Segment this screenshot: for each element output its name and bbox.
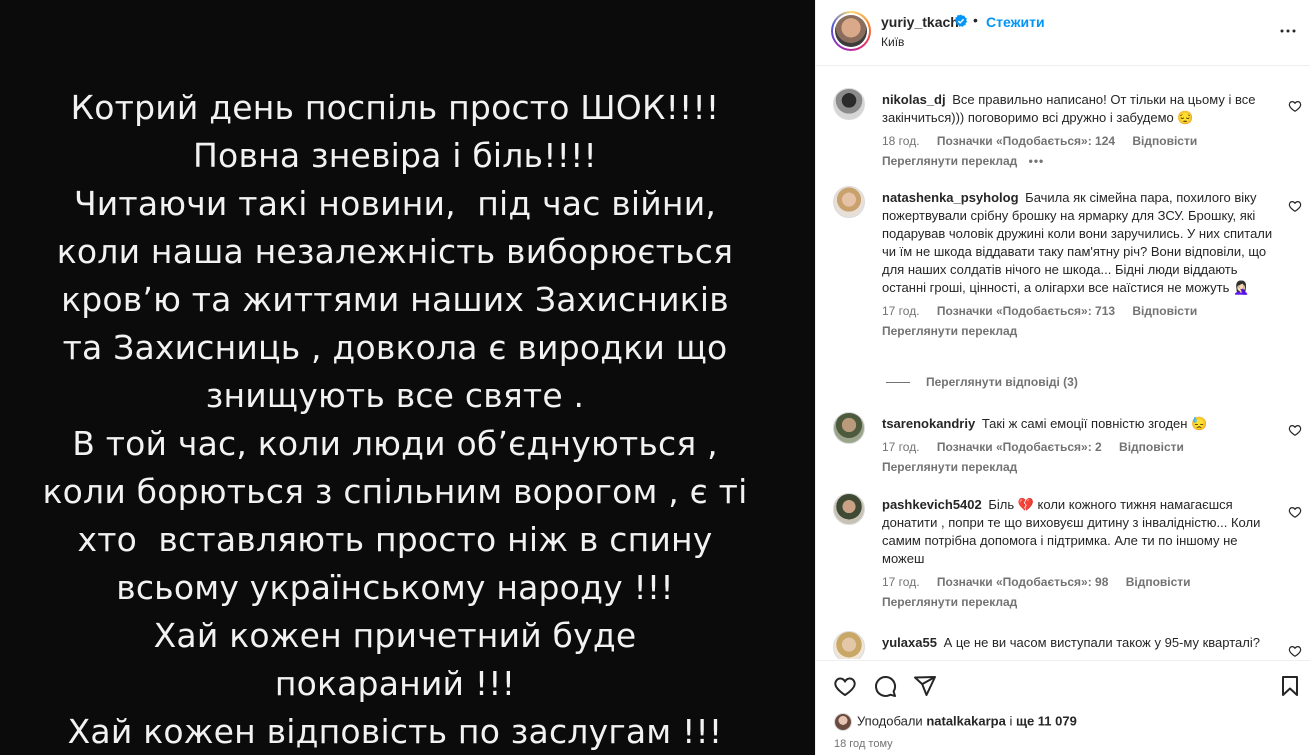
comment-text: Бачила як сімейна пара, похилого віку по…	[882, 190, 1273, 295]
view-replies-button[interactable]: Переглянути відповіді (3)	[886, 375, 1078, 389]
commenter-avatar[interactable]	[833, 186, 865, 218]
comment-bubble-icon[interactable]	[873, 674, 897, 698]
share-paper-plane-icon[interactable]	[913, 674, 937, 698]
more-horizontal-icon[interactable]	[1279, 22, 1297, 40]
comment-username[interactable]: nikolas_dj	[882, 92, 946, 107]
comment-time[interactable]: 17 год.	[882, 575, 920, 589]
liked-by-prefix: Уподобали	[857, 713, 923, 729]
comment-username[interactable]: yulaxa55	[882, 635, 937, 650]
comments-list[interactable]: nikolas_dj Все правильно написано! От ті…	[816, 67, 1310, 659]
comment-like-heart-icon[interactable]	[1288, 99, 1302, 113]
see-translation-button[interactable]: Переглянути переклад	[882, 154, 1017, 168]
header-separator: •	[973, 12, 978, 28]
comment-likes-count[interactable]: Позначки «Подобається»: 2	[937, 440, 1102, 454]
post-timestamp[interactable]: 18 год тому	[834, 738, 893, 750]
post-actions: Уподобали natalkakarpa і ще 11 079 18 го…	[816, 660, 1310, 755]
save-bookmark-icon[interactable]	[1278, 674, 1302, 698]
author-avatar[interactable]	[831, 11, 871, 51]
post-media[interactable]: Котрий день поспіль просто ШОК!!!! Повна…	[0, 0, 815, 755]
follow-button[interactable]: Стежити	[986, 14, 1045, 30]
commenter-avatar[interactable]	[833, 88, 865, 120]
comment-meta: 17 год. Позначки «Подобається»: 713 Відп…	[882, 303, 1277, 319]
verified-badge-icon	[954, 14, 968, 27]
likes-count[interactable]: ще 11 079	[1016, 713, 1077, 728]
liker-avatar[interactable]	[834, 713, 852, 731]
media-line: кров’ю та життями наших Захисників	[61, 280, 729, 319]
comment-meta: 17 год. Позначки «Подобається»: 2 Відпов…	[882, 439, 1277, 455]
comment-like-heart-icon[interactable]	[1288, 423, 1302, 437]
media-line: Хай кожен причетний буде	[153, 616, 637, 655]
liked-by: Уподобали natalkakarpa і ще 11 079	[834, 713, 1077, 731]
post-sidebar: yuriy_tkach • Стежити Київ nikolas_dj Вс…	[815, 0, 1310, 755]
comment-like-heart-icon[interactable]	[1288, 505, 1302, 519]
media-line: покараний !!!	[274, 664, 516, 703]
comment-text: А це не ви часом виступали також у 95-му…	[943, 635, 1260, 650]
post-header: yuriy_tkach • Стежити Київ	[816, 0, 1310, 66]
media-line: хто вставляють просто ніж в спину	[77, 520, 713, 559]
comment-time[interactable]: 17 год.	[882, 440, 920, 454]
comment-username[interactable]: natashenka_psyholog	[882, 190, 1019, 205]
comment-likes-count[interactable]: Позначки «Подобається»: 98	[937, 575, 1108, 589]
media-line: В той час, коли люди об’єднуються ,	[72, 424, 718, 463]
see-translation-button[interactable]: Переглянути переклад	[882, 324, 1017, 338]
reply-button[interactable]: Відповісти	[1132, 304, 1197, 318]
comment-text: Такі ж самі емоції повністю згоден 😓	[981, 416, 1208, 431]
author-username[interactable]: yuriy_tkach	[881, 14, 959, 30]
commenter-avatar[interactable]	[833, 631, 865, 659]
media-line: та Захисниць , довкола є виродки що	[62, 328, 728, 367]
comment-time[interactable]: 18 год.	[882, 134, 920, 148]
commenter-avatar[interactable]	[833, 493, 865, 525]
reply-button[interactable]: Відповісти	[1119, 440, 1184, 454]
like-heart-icon[interactable]	[833, 674, 857, 698]
comment-meta: 18 год. Позначки «Подобається»: 124 Відп…	[882, 133, 1277, 149]
media-line: коли наша незалежність виборюється	[56, 232, 734, 271]
media-line: Хай кожен відповість по заслугам !!!	[67, 712, 723, 751]
replies-divider	[886, 382, 910, 384]
media-line: знищують все святе .	[205, 376, 585, 415]
commenter-avatar[interactable]	[833, 412, 865, 444]
reply-button[interactable]: Відповісти	[1132, 134, 1197, 148]
liked-by-and: і	[1009, 713, 1013, 729]
media-line: Котрий день поспіль просто ШОК!!!!	[70, 88, 720, 127]
comment-username[interactable]: tsarenokandriy	[882, 416, 975, 431]
comment-like-heart-icon[interactable]	[1288, 199, 1302, 213]
view-replies-label: Переглянути відповіді (3)	[926, 375, 1078, 389]
post-image-text: Котрий день поспіль просто ШОК!!!! Повна…	[0, 84, 790, 755]
comment-likes-count[interactable]: Позначки «Подобається»: 713	[937, 304, 1115, 318]
liked-by-user[interactable]: natalkakarpa	[926, 713, 1006, 728]
see-translation-button[interactable]: Переглянути переклад	[882, 595, 1017, 609]
media-line: коли борються з спільним ворогом , є ті	[42, 472, 748, 511]
post-location[interactable]: Київ	[881, 35, 904, 49]
comment-likes-count[interactable]: Позначки «Подобається»: 124	[937, 134, 1115, 148]
comment-time[interactable]: 17 год.	[882, 304, 920, 318]
see-translation-button[interactable]: Переглянути переклад	[882, 460, 1017, 474]
media-line: Повна зневіра і біль!!!!	[193, 136, 597, 175]
comment-username[interactable]: pashkevich5402	[882, 497, 982, 512]
media-line: Читаючи такі новини, під час війни,	[73, 184, 717, 223]
comment-like-heart-icon[interactable]	[1288, 644, 1302, 658]
media-line: всьому українському народу !!!	[116, 568, 674, 607]
comment-options-icon[interactable]: •••	[1029, 154, 1045, 168]
comment-meta: 17 год. Позначки «Подобається»: 98 Відпо…	[882, 574, 1277, 590]
reply-button[interactable]: Відповісти	[1126, 575, 1191, 589]
